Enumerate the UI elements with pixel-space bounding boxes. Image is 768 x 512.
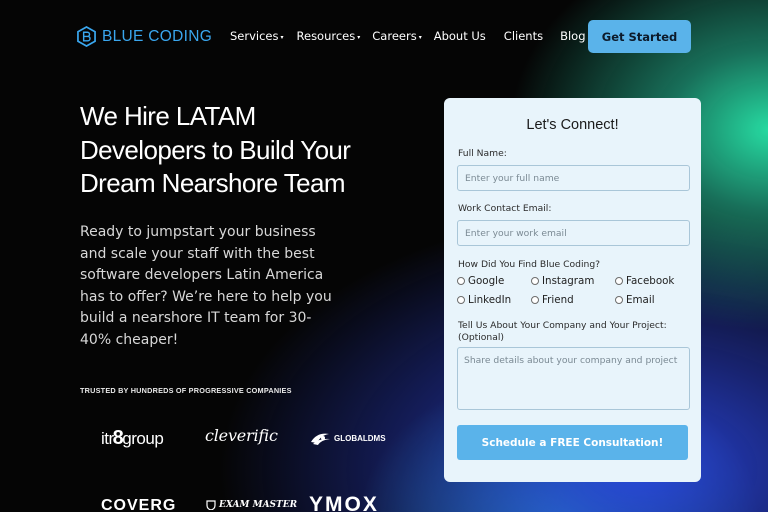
nav-item-resources[interactable]: Resources ▾ (297, 29, 361, 43)
radio-circle-icon[interactable] (531, 296, 539, 304)
radio-circle-icon[interactable] (457, 296, 465, 304)
logo-text: GLOBALDMS (334, 433, 386, 443)
itr-group-logo: itr 8 group (101, 427, 164, 450)
hero-subtitle: Ready to jumpstart your business and sca… (80, 222, 350, 351)
get-started-button[interactable]: Get Started (588, 20, 691, 53)
chevron-down-icon: ▾ (418, 33, 422, 41)
hero-title: We Hire LATAM Developers to Build Your D… (80, 100, 400, 201)
brand-logo[interactable]: BLUE CODING (77, 26, 212, 47)
nav-label: Resources (296, 29, 356, 43)
trusted-by-label: TRUSTED BY HUNDREDS OF PROGRESSIVE COMPA… (80, 386, 292, 395)
logo-text: EXAM MASTER (219, 500, 298, 510)
coverg-logo: COVERG (101, 497, 177, 512)
full-name-input[interactable] (457, 165, 690, 191)
hero-subtitle-line: build a nearshore IT team for 30- (80, 310, 312, 326)
nav-label: Careers (372, 29, 417, 43)
logo-text: group (122, 428, 164, 448)
radio-circle-icon[interactable] (615, 296, 623, 304)
radio-circle-icon[interactable] (615, 277, 623, 285)
nav-label: Blog (560, 29, 586, 43)
radio-linkedin[interactable]: LinkedIn (457, 294, 531, 306)
nav-item-clients[interactable]: Clients (504, 29, 543, 43)
radio-friend[interactable]: Friend (531, 294, 615, 306)
crest-icon (206, 500, 216, 510)
hero-title-line: We Hire LATAM (80, 101, 256, 131)
hero-subtitle-line: Ready to jumpstart your business (80, 224, 316, 240)
main-nav: Services ▾ Resources ▾ Careers ▾ About U… (230, 29, 586, 43)
radio-circle-icon[interactable] (457, 277, 465, 285)
project-label: Tell Us About Your Company and Your Proj… (458, 320, 667, 331)
radio-label: LinkedIn (468, 294, 512, 306)
chevron-down-icon: ▾ (357, 33, 361, 41)
nav-label: Clients (503, 29, 544, 43)
hero-title-line: Developers to Build Your (80, 134, 351, 165)
nav-label: About Us (433, 29, 486, 43)
chevron-down-icon: ▾ (280, 33, 284, 41)
radio-label: Instagram (542, 275, 595, 287)
globaldms-logo: GLOBALDMS (309, 430, 386, 446)
radio-circle-icon[interactable] (531, 277, 539, 285)
project-label-optional: (Optional) (458, 332, 505, 343)
contact-form: Let's Connect! Full Name: Work Contact E… (444, 98, 701, 482)
schedule-consultation-button[interactable]: Schedule a FREE Consultation! (457, 425, 688, 460)
globe-icon (311, 433, 330, 445)
nav-item-blog[interactable]: Blog (560, 29, 585, 43)
radio-label: Email (626, 294, 655, 306)
source-radio-row: LinkedIn Friend Email (457, 294, 655, 306)
radio-google[interactable]: Google (457, 275, 531, 287)
hero-subtitle-line: and scale your staff with the best (80, 245, 315, 262)
brand-name: BLUE CODING (102, 27, 213, 45)
form-title: Let's Connect! (526, 117, 619, 133)
email-label: Work Contact Email: (458, 203, 552, 214)
hero-title-line: Dream Nearshore Team (80, 168, 346, 198)
hero-subtitle-line: has to offer? We’re here to help you (80, 288, 332, 305)
hexagon-b-logo-icon (77, 26, 96, 47)
radio-email[interactable]: Email (615, 294, 655, 306)
source-label: How Did You Find Blue Coding? (458, 259, 601, 270)
hero-subtitle-line: 40% cheaper! (80, 331, 179, 348)
nav-item-careers[interactable]: Careers ▾ (372, 29, 421, 43)
radio-facebook[interactable]: Facebook (615, 275, 674, 287)
project-textarea[interactable] (457, 347, 690, 410)
radio-label: Google (468, 275, 505, 287)
email-input[interactable] (457, 220, 690, 246)
full-name-label: Full Name: (458, 148, 507, 159)
radio-label: Friend (542, 294, 574, 306)
exam-master-logo: EXAM MASTER (206, 500, 297, 510)
hero-subtitle-line: software developers Latin America (80, 267, 324, 283)
nav-item-about-us[interactable]: About Us (434, 29, 486, 43)
radio-label: Facebook (626, 275, 675, 287)
ymox-logo: YMOX (309, 493, 379, 512)
radio-instagram[interactable]: Instagram (531, 275, 615, 287)
nav-label: Services (230, 29, 279, 43)
nav-item-services[interactable]: Services ▾ (230, 29, 284, 43)
cleverific-logo: cleverific (205, 426, 278, 445)
source-radio-row: Google Instagram Facebook (457, 275, 674, 287)
